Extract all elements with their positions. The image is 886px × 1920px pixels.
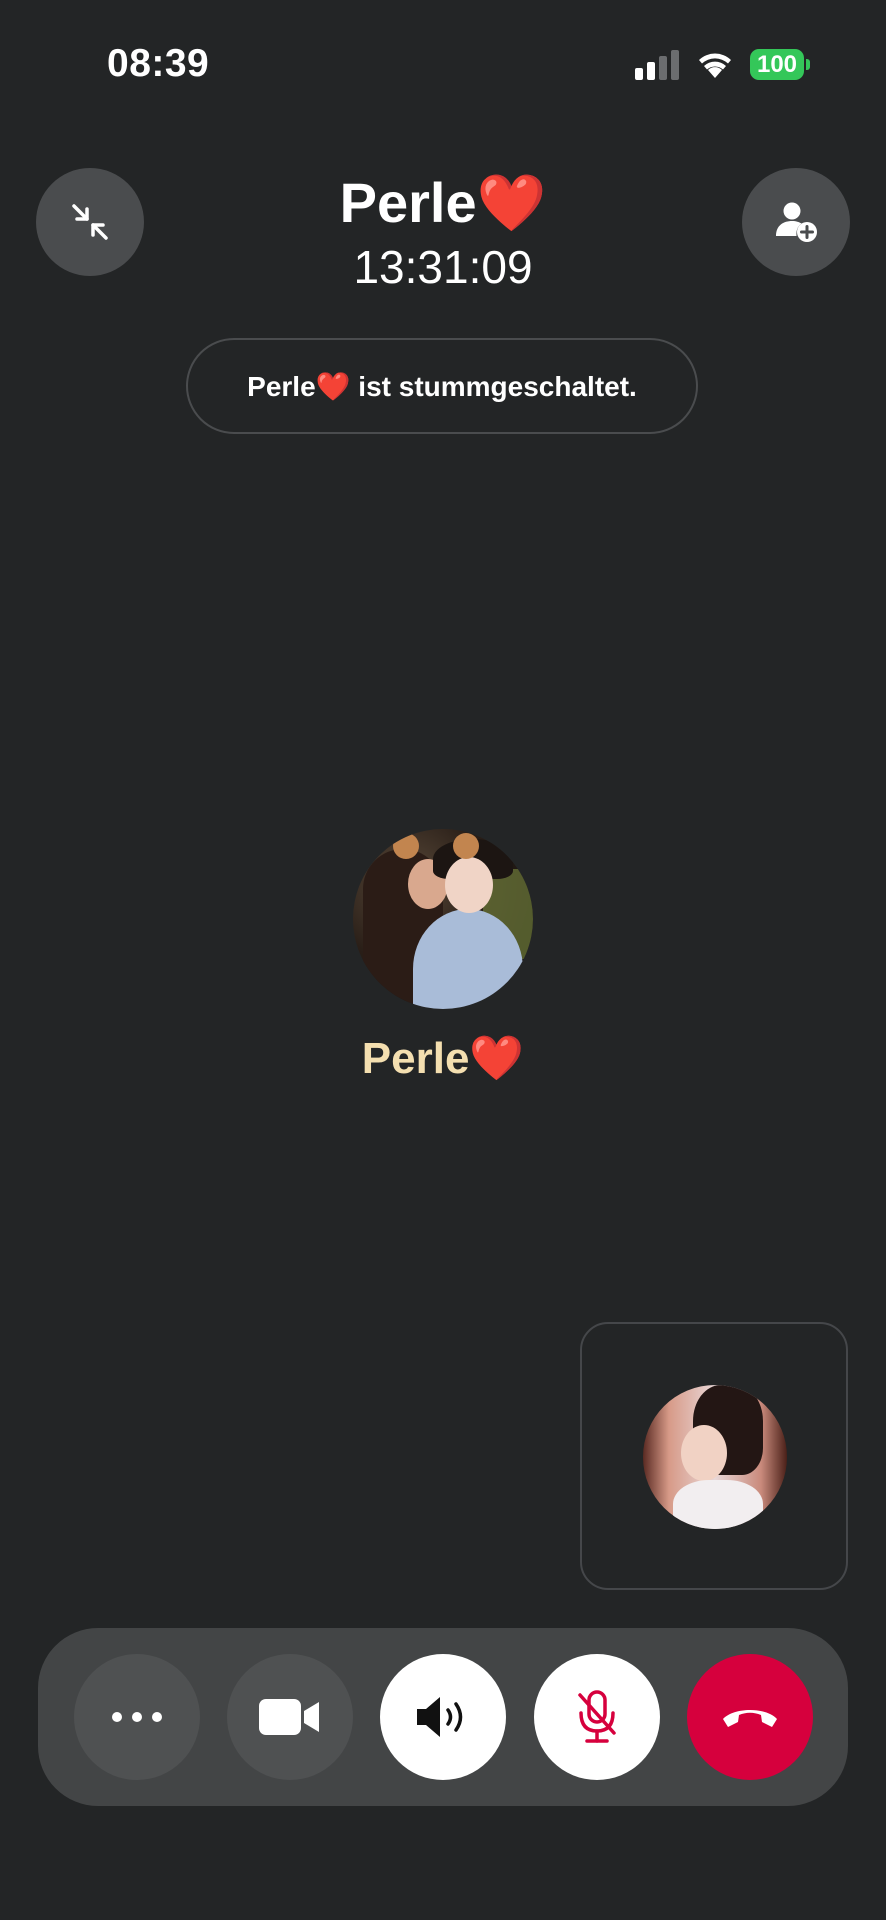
participant-avatar: [353, 829, 533, 1009]
microphone-toggle-button[interactable]: [534, 1654, 660, 1780]
participant-name: Perle❤️: [361, 1034, 525, 1083]
battery-level: 100: [756, 50, 798, 78]
video-camera-icon: [259, 1699, 319, 1735]
add-participant-button[interactable]: [742, 168, 850, 276]
self-avatar: [643, 1385, 787, 1529]
battery-tip: [806, 59, 810, 70]
video-toggle-button[interactable]: [227, 1654, 353, 1780]
cellular-signal-icon: [635, 50, 681, 80]
wifi-icon: [695, 48, 735, 80]
muted-status-text: Perle❤️ ist stummgeschaltet.: [247, 370, 637, 402]
speaker-toggle-button[interactable]: [380, 1654, 506, 1780]
microphone-muted-icon: [578, 1690, 616, 1743]
more-dots-icon: [112, 1712, 162, 1722]
battery-icon: 100: [750, 49, 804, 80]
add-person-icon: [776, 202, 817, 242]
status-time: 08:39: [107, 42, 210, 85]
end-call-button[interactable]: [687, 1654, 813, 1780]
speaker-icon: [417, 1697, 463, 1737]
more-options-button[interactable]: [74, 1654, 200, 1780]
muted-status-banner: Perle❤️ ist stummgeschaltet.: [186, 338, 698, 434]
phone-hangup-icon: [723, 1710, 777, 1727]
